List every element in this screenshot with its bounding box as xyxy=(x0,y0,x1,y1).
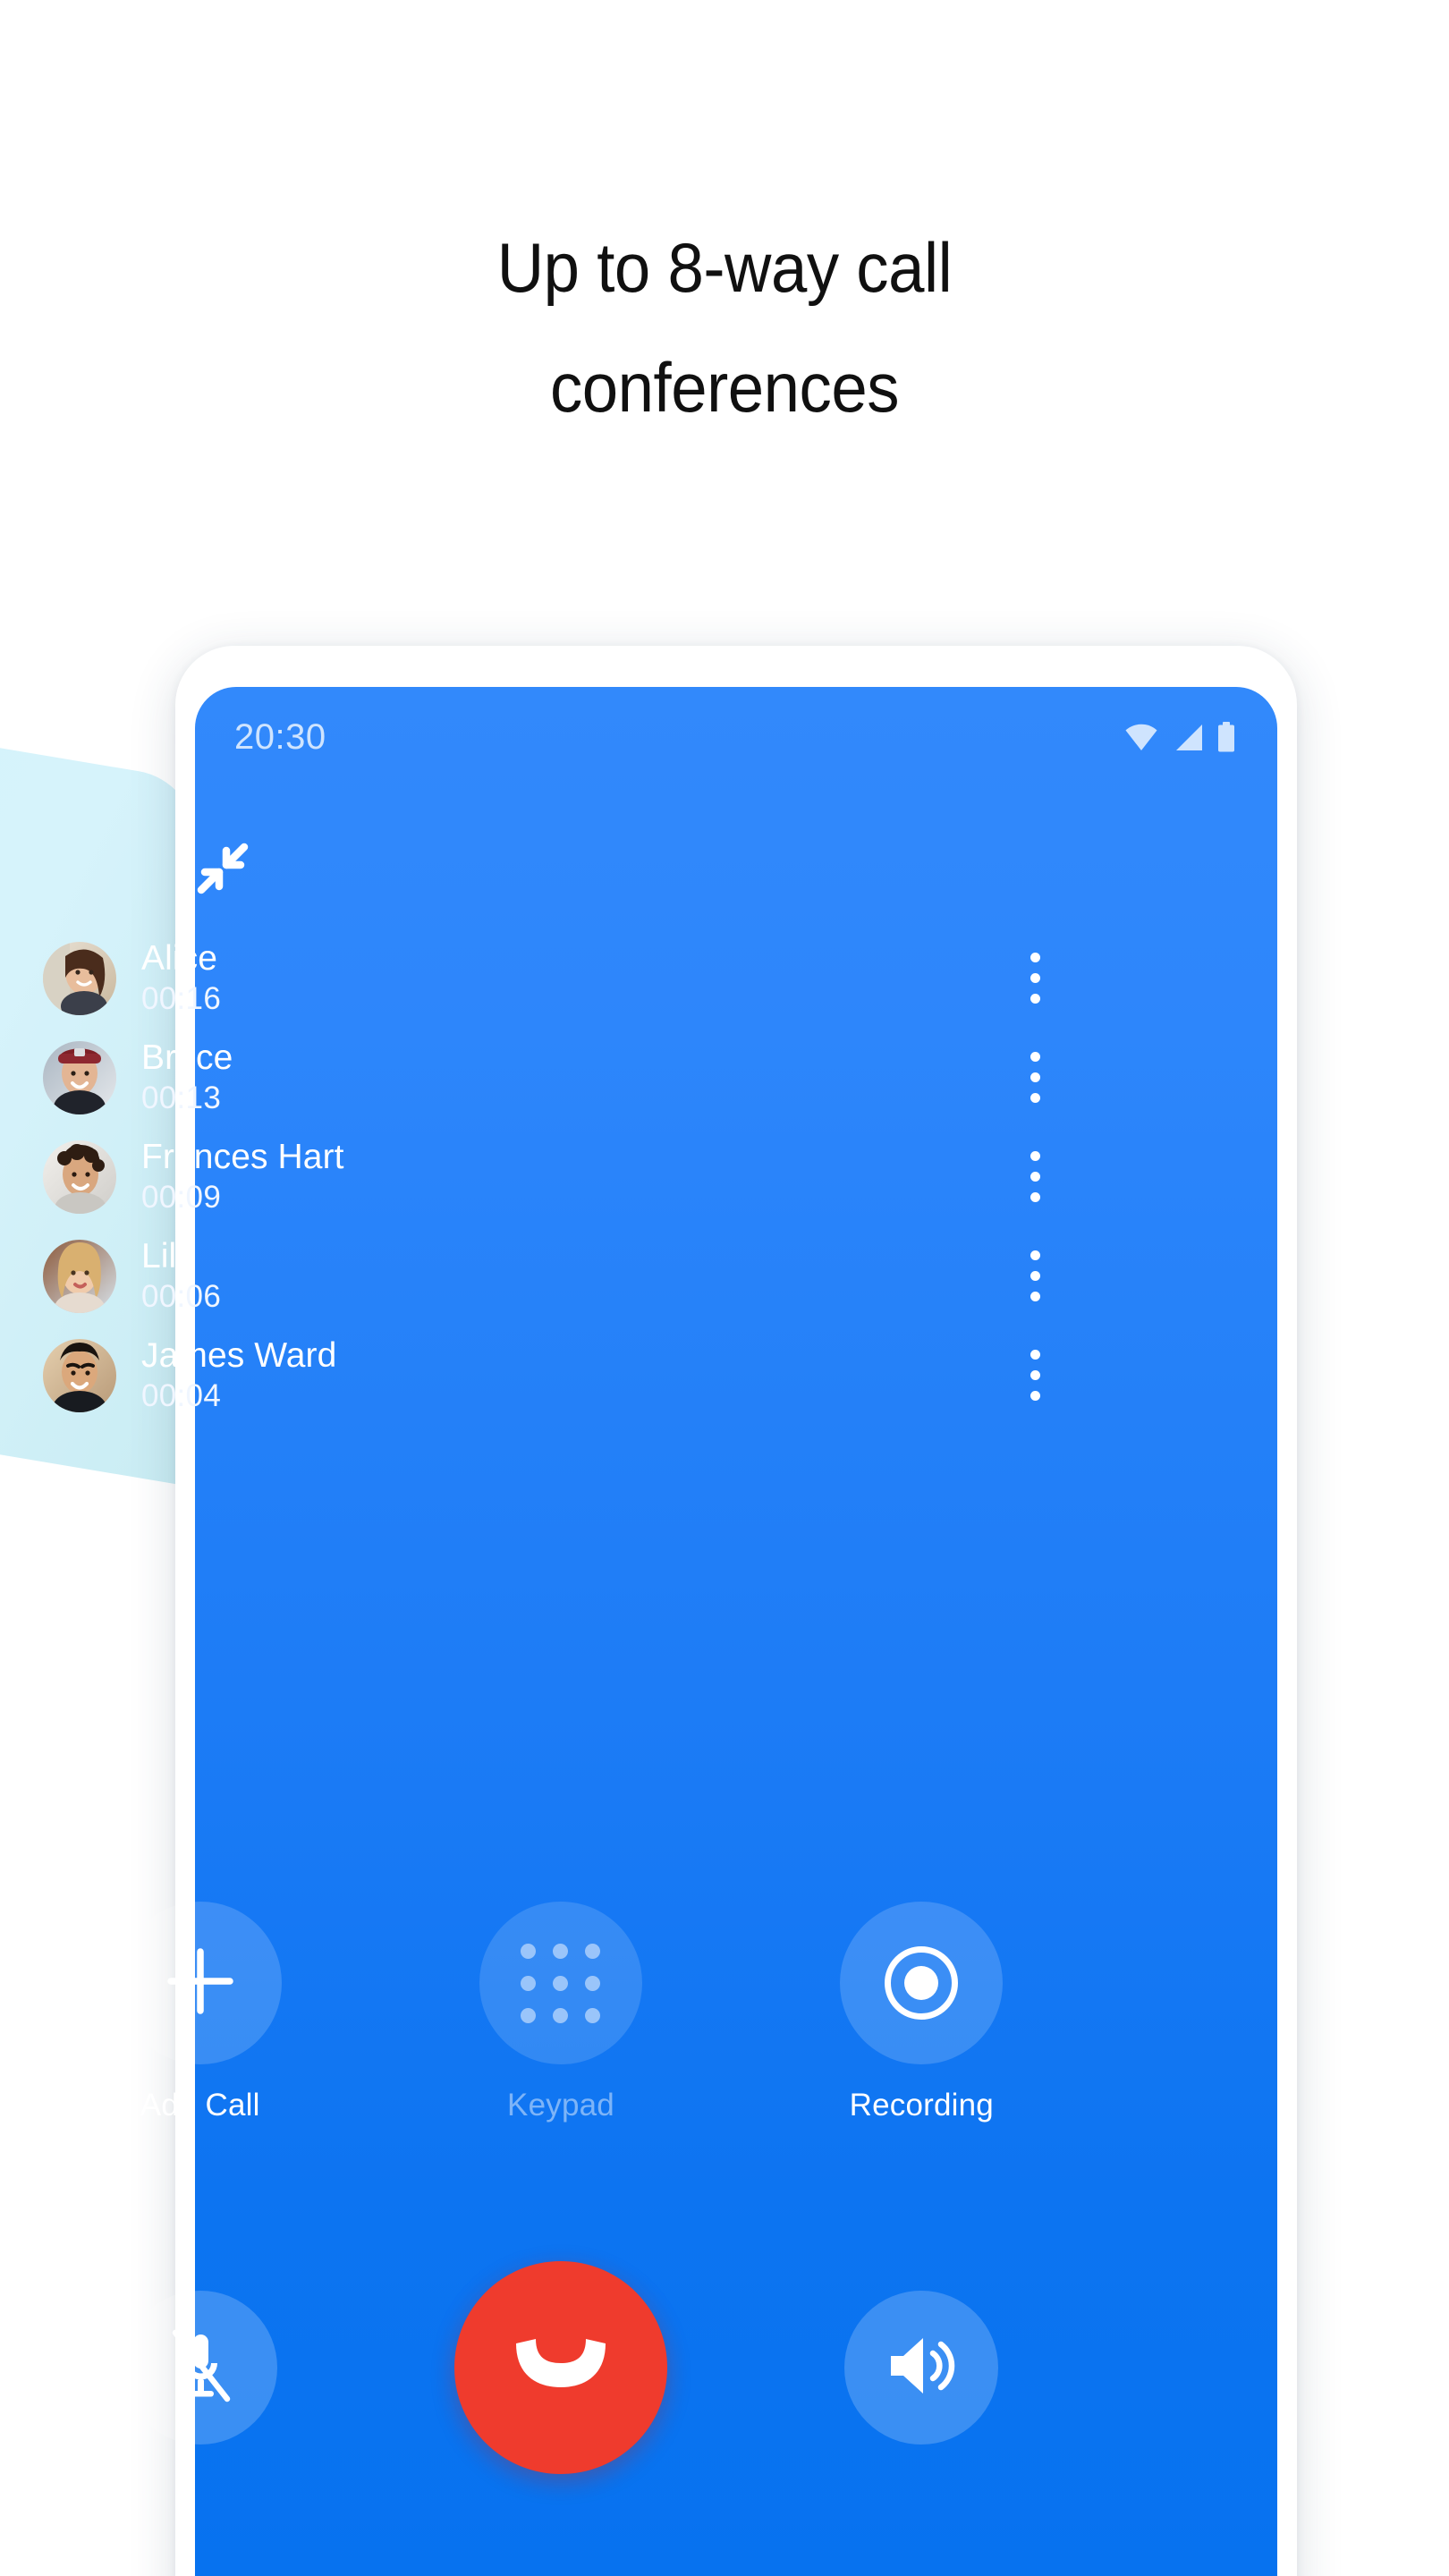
participant-info: Lily 00:06 xyxy=(141,1239,1011,1312)
avatar xyxy=(43,1239,116,1313)
kebab-menu-icon[interactable] xyxy=(1011,945,1059,1013)
recording-button[interactable]: Recording xyxy=(741,1902,1102,2123)
speaker-circle xyxy=(844,2291,999,2445)
page-title: Up to 8-way call conferences xyxy=(0,208,1449,447)
participant-duration: 00:04 xyxy=(141,1378,222,1414)
add-call-circle xyxy=(118,1902,282,2064)
kebab-menu-icon[interactable] xyxy=(1011,1044,1059,1112)
avatar xyxy=(43,1140,116,1214)
recording-label: Recording xyxy=(849,2088,994,2123)
avatar xyxy=(43,1040,116,1114)
participant-name: Alice xyxy=(141,939,218,979)
add-call-button[interactable]: Add Call xyxy=(20,1902,380,2123)
status-bar-time: 20:30 xyxy=(234,716,326,757)
headline-line-2: conferences xyxy=(549,348,900,427)
keypad-icon xyxy=(521,1943,601,2023)
mute-button[interactable] xyxy=(20,2291,380,2445)
end-call-icon xyxy=(511,2336,611,2400)
participant-info: Bruce 00:13 xyxy=(141,1040,1011,1114)
speaker-button[interactable] xyxy=(741,2291,1102,2445)
kebab-menu-icon[interactable] xyxy=(1011,1342,1059,1410)
promo-screenshot: Up to 8-way call conferences 20:30 Alice… xyxy=(0,0,1449,2576)
keypad-circle xyxy=(479,1902,642,2064)
participant-info: James Ward 00:04 xyxy=(141,1338,1011,1411)
speaker-on-icon xyxy=(884,2332,959,2404)
avatar xyxy=(43,941,116,1015)
status-bar-icons xyxy=(1123,722,1236,752)
end-call-button[interactable] xyxy=(380,2261,741,2474)
mute-circle xyxy=(123,2291,277,2445)
wifi-icon xyxy=(1123,724,1159,751)
participant-name: James Ward xyxy=(141,1336,337,1376)
recording-icon xyxy=(885,1946,959,2020)
collapse-arrows-icon xyxy=(194,840,251,902)
keypad-button[interactable]: Keypad xyxy=(380,1902,741,2123)
participant-duration: 00:16 xyxy=(141,981,222,1017)
participant-name: Frances Hart xyxy=(141,1138,344,1177)
add-call-label: Add Call xyxy=(140,2088,260,2123)
participant-info: Frances Hart 00:09 xyxy=(141,1140,1011,1213)
collapse-button[interactable] xyxy=(184,832,261,909)
participant-name: Lily xyxy=(141,1237,194,1276)
plus-icon xyxy=(164,1945,237,2022)
table-row[interactable]: Lily 00:06 xyxy=(20,1226,1102,1326)
kebab-menu-icon[interactable] xyxy=(1011,1242,1059,1310)
participant-list: Alice 00:16 Bruce 00:13 Frances Hart 00:… xyxy=(20,928,1102,1425)
table-row[interactable]: Bruce 00:13 xyxy=(20,1028,1102,1127)
call-controls xyxy=(20,2261,1102,2474)
battery-icon xyxy=(1216,722,1236,752)
kebab-menu-icon[interactable] xyxy=(1011,1143,1059,1211)
microphone-off-icon xyxy=(165,2327,236,2409)
participant-duration: 00:09 xyxy=(141,1180,222,1216)
participant-info: Alice 00:16 xyxy=(141,941,1011,1014)
table-row[interactable]: Alice 00:16 xyxy=(20,928,1102,1028)
status-bar: 20:30 xyxy=(195,687,1277,787)
keypad-label: Keypad xyxy=(507,2088,614,2123)
table-row[interactable]: Frances Hart 00:09 xyxy=(20,1127,1102,1226)
recording-circle xyxy=(840,1902,1004,2064)
call-actions: Add Call Keypad Recording xyxy=(20,1902,1102,2123)
participant-name: Bruce xyxy=(141,1038,233,1078)
avatar xyxy=(43,1338,116,1412)
participant-duration: 00:13 xyxy=(141,1080,222,1116)
cellular-signal-icon xyxy=(1172,724,1204,751)
end-call-circle xyxy=(453,2261,667,2474)
participant-duration: 00:06 xyxy=(141,1279,222,1315)
headline-line-1: Up to 8-way call xyxy=(496,228,953,307)
table-row[interactable]: James Ward 00:04 xyxy=(20,1326,1102,1425)
